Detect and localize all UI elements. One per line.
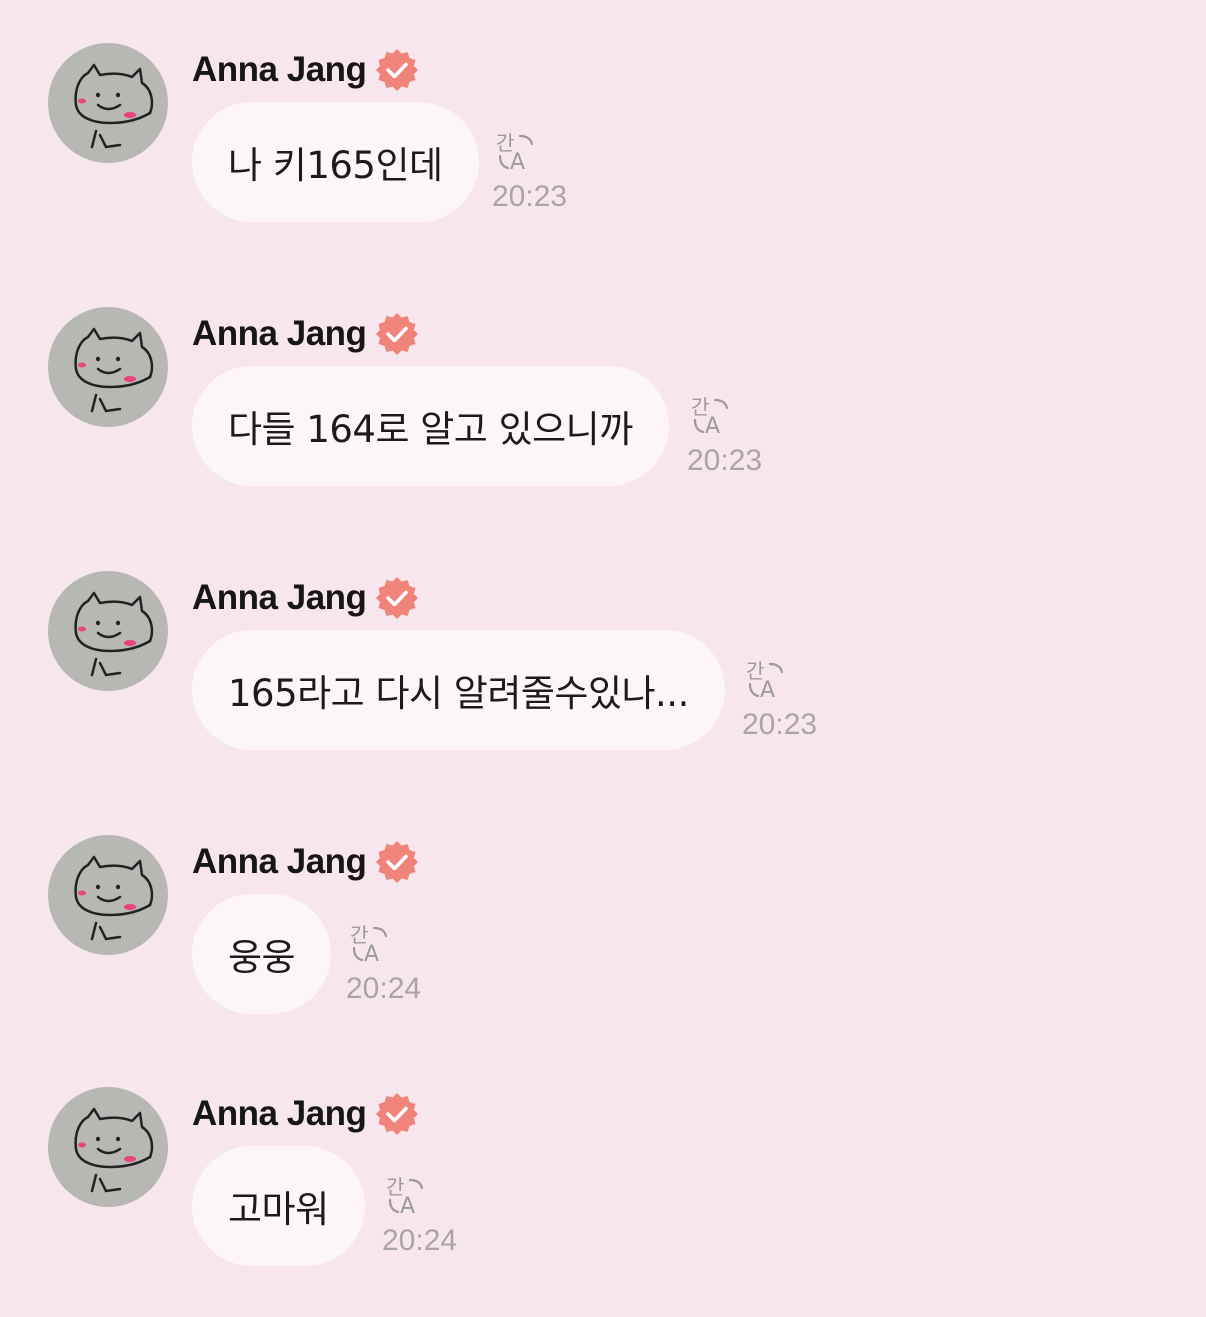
translate-glyph-latin: A <box>364 942 379 966</box>
sender-name[interactable]: Anna Jang <box>192 314 367 354</box>
sender-name[interactable]: Anna Jang <box>192 50 367 90</box>
message-meta: 간 A 20:23 <box>742 658 817 742</box>
message-item: Anna Jang 다들 164로 알고 있으니까 간 A 20:23 <box>0 264 1206 494</box>
sender: Anna Jang <box>192 575 420 621</box>
sender-name[interactable]: Anna Jang <box>192 1094 367 1134</box>
message-text: 나 키165인데 <box>228 144 443 187</box>
sender: Anna Jang <box>192 311 420 357</box>
verified-badge-icon <box>376 577 419 619</box>
message-text: 고마워 <box>228 1188 329 1231</box>
message-item: Anna Jang 웅웅 간 A 20:24 <box>0 792 1206 1022</box>
message-text: 웅웅 <box>228 936 296 979</box>
timestamp: 20:23 <box>742 708 818 741</box>
message-bubble[interactable]: 165라고 다시 알려줄수있나... <box>192 630 725 750</box>
message-meta: 간 A 20:23 <box>492 130 567 214</box>
sender: Anna Jang <box>192 839 420 885</box>
doodle-cat-avatar-image <box>74 591 154 677</box>
message-item: Anna Jang 나 키165인데 간 A 20:23 <box>0 0 1206 230</box>
translate-glyph-latin: A <box>400 1194 415 1218</box>
avatar[interactable] <box>48 307 168 427</box>
timestamp: 20:23 <box>492 180 568 213</box>
translate-glyph-latin: A <box>705 414 720 438</box>
verified-badge-icon <box>376 313 419 355</box>
sender-name[interactable]: Anna Jang <box>192 842 367 882</box>
translate-icon[interactable]: 간 A <box>348 922 392 966</box>
translate-glyph-latin: A <box>760 678 775 702</box>
verified-badge-icon <box>376 841 419 883</box>
doodle-cat-avatar-image <box>74 327 154 413</box>
sender-name[interactable]: Anna Jang <box>192 578 367 618</box>
message-item: Anna Jang 고마워 간 A 20:24 <box>0 1044 1206 1274</box>
avatar[interactable] <box>48 571 168 691</box>
message-meta: 간 A 20:24 <box>346 922 421 1006</box>
message-text: 다들 164로 알고 있으니까 <box>228 408 633 451</box>
message-bubble[interactable]: 웅웅 <box>192 894 332 1014</box>
message-meta: 간 A 20:23 <box>687 394 762 478</box>
avatar[interactable] <box>48 835 168 955</box>
translate-icon[interactable]: 간 A <box>689 394 733 438</box>
message-item: Anna Jang 165라고 다시 알려줄수있나... 간 A 20:23 <box>0 528 1206 758</box>
avatar[interactable] <box>48 1087 168 1207</box>
translate-glyph-latin: A <box>510 150 525 174</box>
timestamp: 20:23 <box>687 444 763 477</box>
message-text: 165라고 다시 알려줄수있나... <box>228 672 689 715</box>
doodle-cat-avatar-image <box>74 63 154 149</box>
message-bubble[interactable]: 나 키165인데 <box>192 102 479 222</box>
sender: Anna Jang <box>192 1091 420 1137</box>
doodle-cat-avatar-image <box>74 855 154 941</box>
doodle-cat-avatar-image <box>74 1107 154 1193</box>
translate-icon[interactable]: 간 A <box>744 658 788 702</box>
message-bubble[interactable]: 다들 164로 알고 있으니까 <box>192 366 669 486</box>
avatar[interactable] <box>48 43 168 163</box>
message-meta: 간 A 20:24 <box>382 1174 457 1258</box>
message-bubble[interactable]: 고마워 <box>192 1146 365 1266</box>
verified-badge-icon <box>376 1093 419 1135</box>
translate-icon[interactable]: 간 A <box>494 130 538 174</box>
translate-icon[interactable]: 간 A <box>384 1174 428 1218</box>
verified-badge-icon <box>376 49 419 91</box>
timestamp: 20:24 <box>382 1224 458 1257</box>
sender: Anna Jang <box>192 47 420 93</box>
timestamp: 20:24 <box>346 972 422 1005</box>
